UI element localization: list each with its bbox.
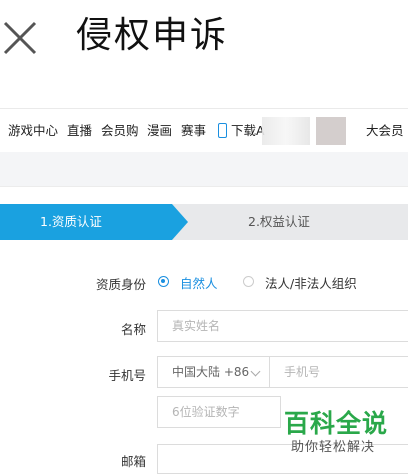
nav-item-download[interactable]: 下载A xyxy=(231,109,265,153)
radio-natural-person[interactable] xyxy=(158,276,169,287)
nav-item-game-center[interactable]: 游戏中心 xyxy=(8,109,58,153)
radio-natural-person-label[interactable]: 自然人 xyxy=(180,273,218,292)
page-title: 侵权申诉 xyxy=(76,15,229,56)
nav-item-vip[interactable]: 大会员 xyxy=(366,109,404,153)
top-nav-bar: 游戏中心 直播 会员购 漫画 赛事 下载A 大会员 xyxy=(0,108,408,153)
chevron-down-icon xyxy=(250,366,261,377)
name-input[interactable]: 真实姓名 xyxy=(157,310,408,342)
email-label: 邮箱 xyxy=(120,454,146,469)
phone-label: 手机号 xyxy=(108,368,146,383)
identity-label: 资质身份 xyxy=(95,277,146,292)
nav-item-comics[interactable]: 漫画 xyxy=(147,109,172,153)
radio-organization[interactable] xyxy=(243,276,254,287)
name-label: 名称 xyxy=(120,322,146,337)
nav-item-member-shop[interactable]: 会员购 xyxy=(101,109,139,153)
country-code-select[interactable]: 中国大陆 +86 xyxy=(157,356,270,388)
divider xyxy=(0,186,408,187)
country-code-value: 中国大陆 +86 xyxy=(172,365,250,379)
blurred-avatar xyxy=(316,117,346,145)
nav-item-events[interactable]: 赛事 xyxy=(181,109,206,153)
banner-band xyxy=(0,152,408,186)
blurred-region xyxy=(262,117,310,145)
phone-input[interactable]: 手机号 xyxy=(269,356,408,388)
watermark-tagline: 助你轻松解决 xyxy=(291,440,376,455)
nav-item-live[interactable]: 直播 xyxy=(67,109,92,153)
close-icon[interactable] xyxy=(2,20,38,56)
verification-code-input[interactable]: 6位验证数字 xyxy=(157,396,281,428)
step-1-label: 1.资质认证 xyxy=(40,214,102,229)
radio-organization-label[interactable]: 法人/非法人组织 xyxy=(265,273,357,292)
watermark-logo: 百科全说 xyxy=(284,409,389,438)
step-2-label: 2.权益认证 xyxy=(248,214,310,229)
phone-icon xyxy=(218,123,227,138)
